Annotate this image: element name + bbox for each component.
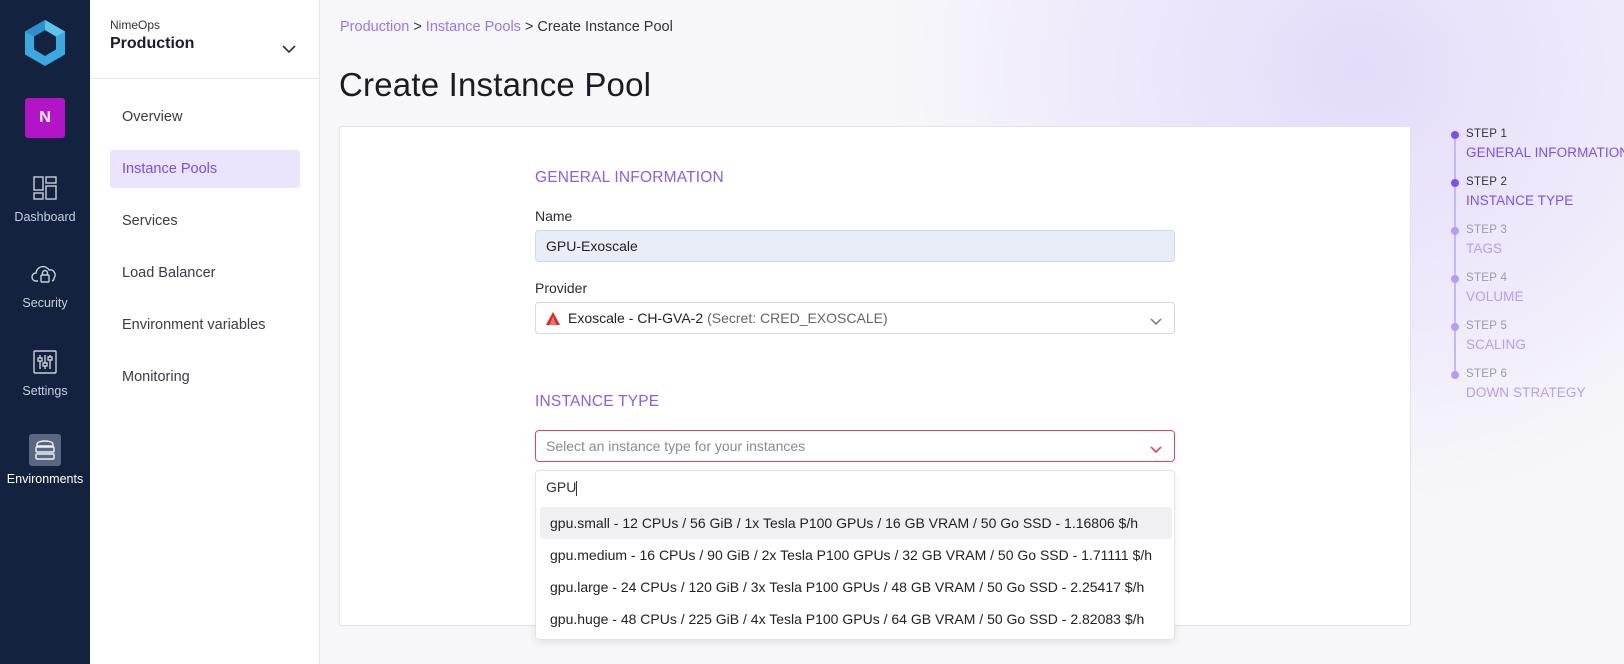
step-name: SCALING (1466, 337, 1526, 352)
provider-secret: (Secret: CRED_EXOSCALE) (707, 310, 888, 326)
step-dot (1451, 179, 1459, 187)
instance-type-placeholder: Select an instance type for your instanc… (546, 438, 806, 454)
rail-item-label: Dashboard (14, 210, 76, 224)
server-stack-icon (29, 434, 61, 466)
divider (90, 78, 320, 79)
step-dot (1451, 131, 1459, 139)
sidebar-item-monitoring[interactable]: Monitoring (110, 358, 300, 396)
environment-switcher[interactable]: NimeOps Production (110, 18, 194, 53)
sidebar-item-load-balancer[interactable]: Load Balancer (110, 254, 300, 292)
step-number: STEP 1 (1466, 128, 1508, 140)
step-name: VOLUME (1466, 289, 1524, 304)
instance-type-select[interactable]: Select an instance type for your instanc… (535, 430, 1175, 462)
sidebar-item-overview[interactable]: Overview (110, 98, 300, 136)
sidebar-item-services[interactable]: Services (110, 202, 300, 240)
rail-item-settings[interactable]: Settings (0, 346, 90, 398)
text-caret (576, 480, 578, 496)
rail-item-label: Environments (6, 472, 84, 486)
name-field[interactable]: GPU-Exoscale (535, 230, 1175, 262)
chevron-down-icon (1150, 313, 1162, 329)
steps-line (1454, 134, 1456, 374)
org-name: NimeOps (110, 18, 161, 32)
breadcrumb-separator: > (524, 19, 534, 35)
provider-label: Provider (535, 280, 588, 296)
step-dot (1451, 371, 1459, 379)
step-dot (1451, 227, 1459, 235)
rail-item-label: Security (22, 296, 68, 310)
step-dot (1451, 323, 1459, 331)
environment-name: Production (110, 35, 195, 52)
nimeops-logo-icon[interactable] (22, 18, 68, 68)
provider-select[interactable]: Exoscale - CH-GVA-2 (Secret: CRED_EXOSCA… (535, 302, 1175, 334)
exoscale-logo-icon (546, 311, 560, 325)
instance-type-dropdown: GPU gpu.small - 12 CPUs / 56 GiB / 1x Te… (535, 470, 1175, 640)
breadcrumb: Production > Instance Pools > Create Instanc… (340, 19, 673, 35)
rail-item-label: Settings (22, 384, 68, 398)
breadcrumb-instance-pools[interactable]: Instance Pools (426, 19, 521, 35)
rail-item-environments[interactable]: Environments (0, 434, 90, 486)
sliders-icon (29, 346, 61, 378)
environment-sidebar: NimeOps Production Overview Instance Poo… (90, 0, 320, 664)
name-label: Name (535, 208, 573, 224)
chevron-down-icon[interactable] (282, 40, 296, 58)
step-name: DOWN STRATEGY (1466, 385, 1586, 400)
wizard-steps: STEP 1 GENERAL INFORMATION STEP 2 INSTAN… (1451, 0, 1624, 400)
step-name: TAGS (1466, 241, 1503, 256)
step-name: INSTANCE TYPE (1466, 193, 1574, 208)
rail-item-security[interactable]: Security (0, 258, 90, 310)
user-avatar[interactable]: N (25, 98, 65, 138)
instance-option-gpu-small[interactable]: gpu.small - 12 CPUs / 56 GiB / 1x Tesla … (540, 507, 1172, 539)
instance-option-gpu-medium[interactable]: gpu.medium - 16 CPUs / 90 GiB / 2x Tesla… (540, 539, 1172, 571)
step-number: STEP 2 (1466, 176, 1508, 188)
breadcrumb-separator: > (413, 19, 422, 35)
app-rail: N Dashboard Security Settings Environmen… (0, 0, 90, 664)
page-title: Create Instance Pool (339, 66, 652, 103)
provider-value: Exoscale - CH-GVA-2 (568, 310, 704, 326)
step-dot (1451, 275, 1459, 283)
instance-type-search-input[interactable]: GPU (546, 479, 1166, 501)
cloud-lock-icon (29, 258, 61, 290)
step-number: STEP 6 (1466, 368, 1508, 380)
breadcrumb-production[interactable]: Production (340, 19, 409, 35)
rail-item-dashboard[interactable]: Dashboard (0, 172, 90, 224)
chevron-down-icon (1150, 441, 1162, 457)
section-title-general: GENERAL INFORMATION (535, 169, 724, 186)
sidebar-item-environment-variables[interactable]: Environment variables (110, 306, 300, 344)
instance-option-gpu-huge[interactable]: gpu.huge - 48 CPUs / 225 GiB / 4x Tesla … (540, 603, 1172, 635)
step-number: STEP 4 (1466, 272, 1508, 284)
step-name: GENERAL INFORMATION (1466, 145, 1624, 160)
instance-option-gpu-large[interactable]: gpu.large - 24 CPUs / 120 GiB / 3x Tesla… (540, 571, 1172, 603)
step-number: STEP 5 (1466, 320, 1508, 332)
dashboard-icon (29, 172, 61, 204)
sidebar-item-instance-pools[interactable]: Instance Pools (110, 150, 300, 188)
section-title-instance-type: INSTANCE TYPE (535, 393, 660, 410)
step-number: STEP 3 (1466, 224, 1508, 236)
breadcrumb-current: Create Instance Pool (537, 19, 673, 35)
main-content: Production > Instance Pools > Create Instanc… (320, 0, 1624, 664)
name-value: GPU-Exoscale (546, 238, 638, 254)
